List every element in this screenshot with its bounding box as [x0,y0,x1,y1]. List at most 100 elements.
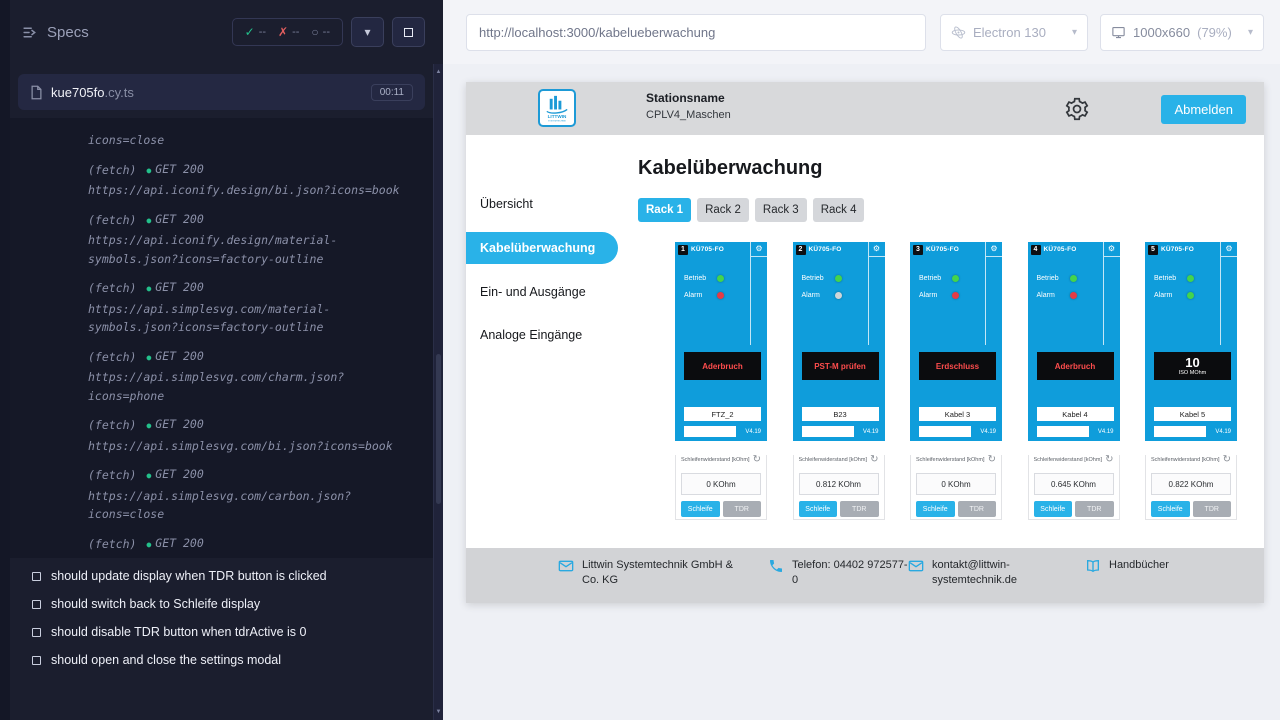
spec-file-ext: .cy.ts [105,85,134,100]
alarm-label: Alarm [1037,292,1063,299]
phone-icon [768,558,784,574]
log-entry[interactable]: (fetch)●GET 200 https://api.simplesvg.co… [88,465,417,524]
sidebar-item-uebersicht[interactable]: Übersicht [466,189,638,219]
gear-icon: ⚙ [1108,245,1115,253]
check-icon: ✓ [245,25,255,39]
refresh-icon[interactable]: ↻ [1105,455,1113,465]
tdr-button[interactable]: TDR [723,501,762,517]
app-viewport: LITTWIN SYSTEMTECHNIK Stationsname CPLV4… [466,82,1264,603]
request-url: https://api.simplesvg.com/carbon.json?ic… [88,487,417,524]
cable-name: B23 [802,407,879,421]
betrieb-label: Betrieb [684,275,710,282]
firmware-version: V4.19 [745,429,761,435]
device-settings-button[interactable]: ⚙ [1220,242,1237,257]
stop-button[interactable] [392,17,425,47]
device-settings-button[interactable]: ⚙ [1103,242,1120,257]
schleife-button[interactable]: Schleife [681,501,720,517]
viewport-size-select[interactable]: 1000x660 (79%) ▾ [1100,14,1264,51]
betrieb-led [1070,275,1077,282]
status-text: PST-M prüfen [814,362,866,371]
tdr-button[interactable]: TDR [1075,501,1114,517]
runner-scrollbar[interactable]: ▲ ▼ [433,64,443,720]
device-panel: 2 KÜ705-FO ⚙ Betrieb Alarm [793,242,885,441]
device-settings-button[interactable]: ⚙ [985,242,1002,257]
footer-manuals-link[interactable]: Handbücher [1085,558,1169,574]
betrieb-led [835,275,842,282]
status-dot-icon: ● [146,421,151,430]
tab-rack-1[interactable]: Rack 1 [638,198,691,222]
book-icon [1085,558,1101,574]
tab-rack-2[interactable]: Rack 2 [697,198,749,222]
schleife-button[interactable]: Schleife [1034,501,1073,517]
scroll-down-icon[interactable]: ▼ [434,709,443,715]
logout-button[interactable]: Abmelden [1161,95,1246,124]
log-entry[interactable]: (fetch)●GET 200 https://api.simplesvg.co… [88,534,417,559]
measurement-label: Schleifenwiderstand [kOhm] [681,457,753,463]
measurement-value: 0.812 KOhm [799,473,879,495]
url-input[interactable] [466,14,926,51]
fetch-tag: (fetch) [88,279,136,298]
tab-rack-3[interactable]: Rack 3 [755,198,807,222]
fetch-tag: (fetch) [88,416,136,435]
log-entry[interactable]: (fetch)●GET 200 https://api.iconify.desi… [88,160,417,200]
settings-gear-icon[interactable] [1064,96,1090,122]
device-model: KÜ705-FO [926,246,959,253]
firmware-version: V4.19 [863,429,879,435]
device-model: KÜ705-FO [1161,246,1194,253]
test-title[interactable]: should update display when TDR button is… [10,562,433,590]
sidebar-item-analoge-eingaenge[interactable]: Analoge Eingänge [466,320,638,350]
tdr-button[interactable]: TDR [840,501,879,517]
measurement-label: Schleifenwiderstand [kOhm] [1034,457,1106,463]
device-settings-button[interactable]: ⚙ [750,242,767,257]
tdr-button[interactable]: TDR [1193,501,1232,517]
refresh-icon[interactable]: ↻ [1223,455,1231,465]
test-title[interactable]: should open and close the settings modal [10,646,433,674]
betrieb-led [717,275,724,282]
status-dot-icon: ● [146,471,151,480]
scroll-up-icon[interactable]: ▲ [434,69,443,75]
device-number-badge: 3 [913,245,923,255]
test-title[interactable]: should disable TDR button when tdrActive… [10,618,433,646]
refresh-icon[interactable]: ↻ [988,455,996,465]
refresh-icon[interactable]: ↻ [870,455,878,465]
log-entry[interactable]: (fetch)●GET 200 https://api.simplesvg.co… [88,415,417,455]
status-text: Erdschluss [936,362,979,371]
schleife-button[interactable]: Schleife [1151,501,1190,517]
scrollbar-thumb[interactable] [436,354,441,504]
mini-display [1037,426,1089,437]
measurement-value: 0 KOhm [916,473,996,495]
betrieb-label: Betrieb [1037,275,1063,282]
log-entry[interactable]: (fetch)●GET 200 https://api.simplesvg.co… [88,278,417,337]
test-title[interactable]: should switch back to Schleife display [10,590,433,618]
collapse-button[interactable]: ▾ [351,17,384,47]
panel-right-column [1220,257,1237,345]
device-settings-button[interactable]: ⚙ [868,242,885,257]
browser-area: Electron 130 ▾ 1000x660 (79%) ▾ LITTWIN [443,0,1280,720]
tdr-button[interactable]: TDR [958,501,997,517]
log-entry[interactable]: (fetch)●GET 200 https://api.simplesvg.co… [88,347,417,406]
tab-rack-4[interactable]: Rack 4 [813,198,865,222]
firmware-version: V4.19 [1215,429,1231,435]
gear-icon: ⚙ [990,245,997,253]
specs-label[interactable]: Specs [47,24,89,41]
cypress-runner-panel: Specs ✓-- ✗-- ○-- ▾ kue705fo .cy.ts 00:1… [0,0,443,720]
specs-list-icon[interactable] [22,24,39,41]
device-number-badge: 5 [1148,245,1158,255]
device-model: KÜ705-FO [809,246,842,253]
footer-email[interactable]: kontakt@littwin-systemtechnik.de [908,558,1038,588]
spec-file-bar[interactable]: kue705fo .cy.ts 00:11 [18,74,425,110]
log-entry[interactable]: (fetch)●GET 200 https://api.iconify.desi… [88,210,417,269]
alarm-led [717,292,724,299]
status-text: Aderbruch [1055,362,1095,371]
device-panel: 5 KÜ705-FO ⚙ Betrieb Alarm [1145,242,1237,441]
betrieb-label: Betrieb [802,275,828,282]
request-url: https://api.iconify.design/material-symb… [88,231,417,268]
browser-chrome: Electron 130 ▾ 1000x660 (79%) ▾ [443,0,1280,64]
sidebar-item-ein-und-ausgaenge[interactable]: Ein- und Ausgänge [466,277,638,307]
schleife-button[interactable]: Schleife [799,501,838,517]
chevron-down-icon: ▾ [1248,27,1253,38]
browser-select[interactable]: Electron 130 ▾ [940,14,1088,51]
sidebar-item-kabelueberwachung[interactable]: Kabelüberwachung [466,232,618,264]
schleife-button[interactable]: Schleife [916,501,955,517]
refresh-icon[interactable]: ↻ [753,455,761,465]
